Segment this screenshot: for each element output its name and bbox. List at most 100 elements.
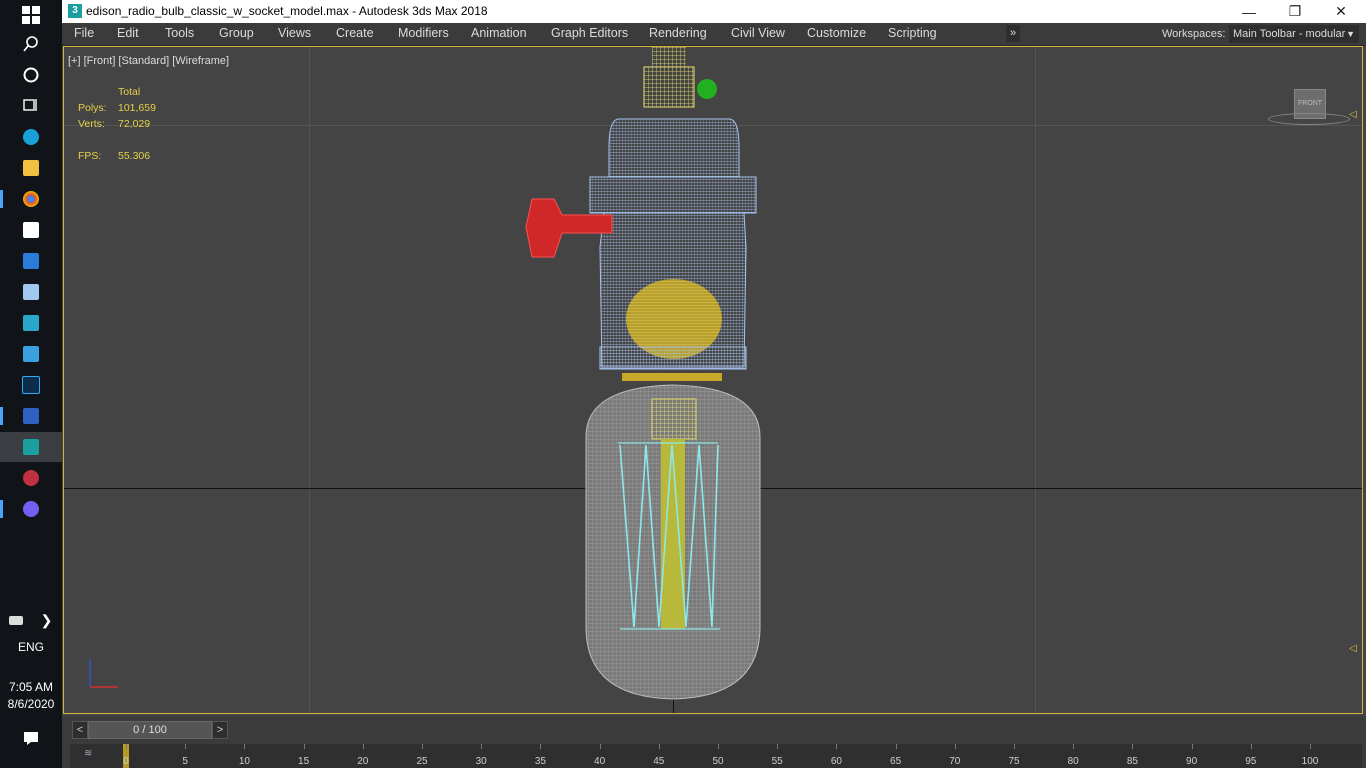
viewcube-compass-ring[interactable] (1268, 113, 1350, 125)
track-tick-mark (540, 744, 542, 749)
track-tick-mark (303, 744, 305, 749)
photoshop-icon[interactable] (0, 370, 62, 400)
track-bar[interactable]: ≋ 0 5 10 15 20 25 30 35 40 45 50 55 60 65 70 75 80 85 90 95… (70, 744, 1362, 768)
track-tick-label: 20 (357, 756, 369, 767)
windows-start-icon[interactable] (0, 0, 62, 30)
workspace-dropdown[interactable]: Main Toolbar - modular ▼ (1229, 25, 1359, 43)
bulb-socket-model[interactable] (64, 47, 1363, 714)
socket-cap-top (643, 66, 695, 108)
workspaces-label: Workspaces: (1162, 28, 1226, 40)
window-title: edison_radio_bulb_classic_w_socket_model… (86, 4, 488, 18)
track-tick-label: 30 (475, 756, 487, 767)
remote-desktop-icon[interactable] (0, 246, 62, 276)
restore-button[interactable]: ❐ (1272, 0, 1318, 23)
maya-icon[interactable] (0, 308, 62, 338)
menu-views[interactable]: Views (278, 26, 311, 40)
clock[interactable]: 7:05 AM 8/6/2020 (0, 679, 62, 713)
track-tick-mark (895, 744, 897, 749)
minimize-button[interactable]: — (1226, 0, 1272, 23)
menu-tools[interactable]: Tools (165, 26, 194, 40)
menu-civil-view[interactable]: Civil View (731, 26, 785, 40)
track-tick-mark (1250, 744, 1252, 749)
track-tick-label: 65 (890, 756, 902, 767)
3dsmax-app-icon[interactable]: 3 (68, 4, 82, 18)
track-tick-mark (1310, 744, 1311, 749)
track-tick-label: 25 (416, 756, 428, 767)
track-tick-label: 60 (830, 756, 842, 767)
bulb-collar (622, 373, 722, 381)
edge-browser-icon[interactable] (0, 122, 62, 152)
curve-editor-icon[interactable]: ≋ (84, 748, 92, 759)
track-tick-label: 40 (594, 756, 606, 767)
track-tick-mark (185, 744, 187, 749)
search-icon[interactable] (0, 29, 62, 59)
menu-scripting[interactable]: Scripting (888, 26, 937, 40)
track-tick-label: 95 (1245, 756, 1257, 767)
menu-modifiers[interactable]: Modifiers (398, 26, 449, 40)
cortana-icon[interactable] (0, 60, 62, 90)
windows-taskbar: ❯ ENG 7:05 AM 8/6/2020 (0, 0, 62, 768)
track-tick-mark (658, 744, 660, 749)
time-slider-prev-button[interactable]: < (72, 721, 88, 739)
menu-graph-editors[interactable]: Graph Editors (551, 26, 628, 40)
menu-animation[interactable]: Animation (471, 26, 527, 40)
track-tick-mark (126, 744, 127, 749)
store-icon[interactable] (0, 215, 62, 245)
track-tick-mark (244, 744, 246, 749)
track-tick-label: 70 (949, 756, 961, 767)
time-slider-next-button[interactable]: > (212, 721, 228, 739)
workspace-value: Main Toolbar - modular (1233, 28, 1346, 40)
front-viewport[interactable]: [+] [Front] [Standard] [Wireframe] Total… (63, 46, 1363, 714)
title-bar: 3 edison_radio_bulb_classic_w_socket_mod… (62, 0, 1366, 23)
task-view-icon[interactable] (0, 90, 62, 120)
chevron-down-icon: ▼ (1346, 29, 1355, 39)
threaded-nipple (652, 47, 686, 67)
track-tick-label: 50 (712, 756, 724, 767)
track-tick-label: 55 (771, 756, 783, 767)
track-tick-label: 35 (534, 756, 546, 767)
track-tick-label: 45 (653, 756, 665, 767)
track-tick-label: 80 (1067, 756, 1079, 767)
save-disk-icon[interactable] (0, 401, 62, 431)
notifications-icon[interactable] (0, 723, 62, 753)
viewport-marker-icon: ◁ (1349, 643, 1357, 654)
menu-edit[interactable]: Edit (117, 26, 139, 40)
time-slider[interactable]: 0 / 100 (88, 721, 212, 739)
track-tick-label: 15 (298, 756, 310, 767)
time-slider-area: < 0 / 100 > ≋ 0 5 10 15 20 25 30 35 40 45 50 55 60 65… (62, 716, 1366, 768)
menu-group[interactable]: Group (219, 26, 254, 40)
close-button[interactable]: ✕ (1318, 0, 1364, 23)
photos-icon[interactable] (0, 277, 62, 307)
menu-customize[interactable]: Customize (807, 26, 866, 40)
track-tick-label: 85 (1126, 756, 1138, 767)
menu-overflow-button[interactable]: » (1006, 25, 1020, 42)
socket-lip (599, 346, 747, 370)
file-explorer-icon[interactable] (0, 153, 62, 183)
chrome-icon[interactable] (0, 184, 62, 214)
track-tick-mark (1073, 744, 1075, 749)
keyboard-icon[interactable] (0, 605, 31, 635)
track-tick-mark (954, 744, 956, 749)
track-tick-mark (718, 744, 719, 749)
menu-create[interactable]: Create (336, 26, 374, 40)
socket-cap (608, 118, 740, 178)
control-panel-icon[interactable] (0, 339, 62, 369)
track-tick-label: 0 (123, 756, 129, 767)
track-tick-label: 10 (238, 756, 250, 767)
3dsmax-taskbar-icon[interactable] (0, 432, 62, 462)
chevron-right-icon[interactable]: ❯ (31, 605, 62, 635)
track-tick-mark (599, 744, 601, 749)
menu-file[interactable]: File (74, 26, 94, 40)
track-tick-mark (777, 744, 779, 749)
track-tick-mark (1191, 744, 1193, 749)
viber-icon[interactable] (0, 494, 62, 524)
language-indicator[interactable]: ENG (0, 640, 62, 654)
clock-time: 7:05 AM (8, 680, 54, 694)
track-tick-mark (1014, 744, 1015, 749)
menu-rendering[interactable]: Rendering (649, 26, 707, 40)
socket-ring (589, 176, 757, 214)
app-red-icon[interactable] (0, 463, 62, 493)
track-tick-mark (422, 744, 423, 749)
track-tick-label: 5 (182, 756, 188, 767)
menu-bar: File Edit Tools Group Views Create Modif… (62, 23, 1366, 46)
